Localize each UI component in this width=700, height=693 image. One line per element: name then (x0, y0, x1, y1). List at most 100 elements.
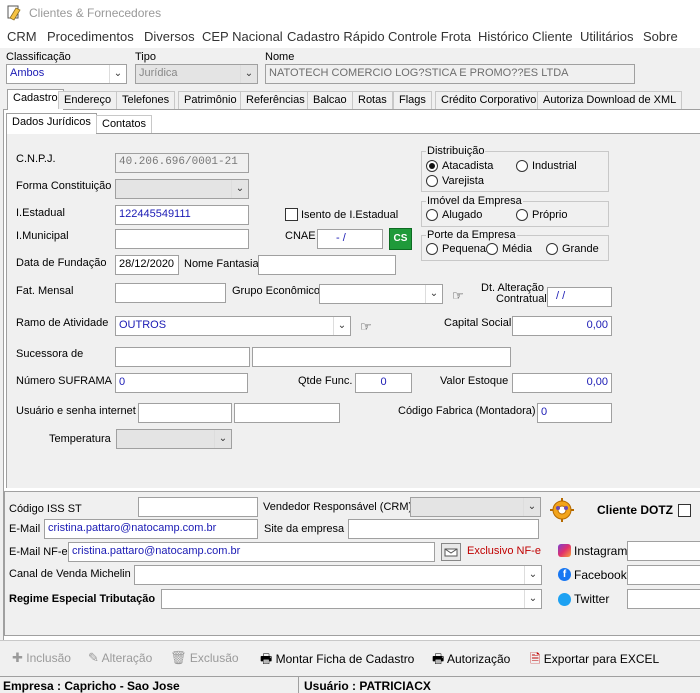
forma-constituicao-select[interactable]: ⌄ (115, 179, 249, 199)
grande-radio[interactable] (546, 243, 558, 255)
grupo-economico-select[interactable]: ⌄ (319, 284, 443, 304)
tab-referencias[interactable]: Referências (240, 91, 311, 109)
media-radio[interactable] (486, 243, 498, 255)
ramo-select[interactable]: OUTROS ⌄ (115, 316, 351, 336)
atacadista-radio[interactable] (426, 160, 438, 172)
cnpj-label: C.N.P.J. (16, 153, 56, 165)
fat-mensal-label: Fat. Mensal (16, 285, 74, 297)
cs-label: CS (393, 233, 408, 244)
ie-field[interactable]: 122445549111 (115, 205, 249, 225)
instagram-field[interactable] (627, 541, 700, 561)
isento-ie-checkbox[interactable] (285, 208, 298, 221)
tipo-select[interactable]: Jurídica ⌄ (135, 64, 258, 84)
codigo-iss-label: Código ISS ST (9, 503, 82, 515)
gear-people-icon[interactable] (549, 497, 575, 523)
industrial-label: Industrial (532, 160, 577, 172)
codigo-iss-field[interactable] (138, 497, 258, 517)
chevron-down-icon: ⌄ (523, 498, 540, 516)
fantasia-field[interactable] (258, 255, 396, 275)
inclusao-button[interactable]: ✚ Inclusão (12, 650, 71, 666)
twitter-icon (558, 593, 571, 606)
regime-label: Regime Especial Tributação (9, 593, 156, 605)
proprio-radio[interactable] (516, 209, 528, 221)
autorizacao-button[interactable]: 🖶 Autorização (432, 650, 510, 672)
pointing-hand-icon[interactable]: ☞ (452, 288, 464, 304)
tab-dados-juridicos[interactable]: Dados Jurídicos (6, 113, 97, 134)
facebook-field[interactable] (627, 565, 700, 585)
tab-flags[interactable]: Flags (393, 91, 432, 109)
regime-select[interactable]: ⌄ (161, 589, 542, 609)
title-bar: Clientes & Fornecedores (0, 0, 700, 26)
im-label: I.Municipal (16, 230, 69, 242)
twitter-field[interactable] (627, 589, 700, 609)
menu-historico-cliente[interactable]: Histórico Cliente (478, 29, 573, 44)
envelope-icon[interactable] (441, 543, 461, 561)
tab-patrimonio[interactable]: Patrimônio (178, 91, 243, 109)
alteracao-field[interactable]: / / (547, 287, 612, 307)
cnae-search-button[interactable]: CS (389, 228, 412, 250)
sucessora-name-field[interactable] (252, 347, 511, 367)
site-field[interactable] (348, 519, 539, 539)
menu-cadastro-rapido[interactable]: Cadastro Rápido (287, 29, 385, 44)
inclusao-label: Inclusão (26, 651, 71, 665)
cnae-field[interactable]: - / (317, 229, 383, 249)
window-title: Clientes & Fornecedores (29, 6, 162, 20)
usuario-senha-label: Usuário e senha internet (16, 405, 136, 417)
alteracao-button[interactable]: ✎ Alteração (88, 650, 152, 666)
menu-crm[interactable]: CRM (7, 29, 37, 44)
capital-social-field[interactable]: 0,00 (512, 316, 612, 336)
menu-sobre[interactable]: Sobre (643, 29, 678, 44)
qtde-func-label: Qtde Func. (298, 375, 353, 387)
cnpj-field[interactable]: 40.206.696/0001-21 (115, 153, 249, 173)
tab-credito-corporativo[interactable]: Crédito Corporativo (435, 91, 543, 109)
senha-field[interactable] (234, 403, 340, 423)
suframa-field[interactable]: 0 (115, 373, 248, 393)
menu-utilitarios[interactable]: Utilitários (580, 29, 633, 44)
pointing-hand-icon[interactable]: ☞ (360, 319, 372, 335)
chevron-down-icon: ⌄ (524, 590, 541, 608)
vendedor-select[interactable]: ⌄ (410, 497, 541, 517)
sucessora-code-field[interactable] (115, 347, 250, 367)
menu-controle-frota[interactable]: Controle Frota (388, 29, 471, 44)
montar-ficha-label: Montar Ficha de Cadastro (275, 652, 415, 666)
valor-estoque-field[interactable]: 0,00 (512, 373, 612, 393)
qtde-func-field[interactable]: 0 (355, 373, 412, 393)
alugado-label: Alugado (442, 209, 483, 221)
chevron-down-icon: ⌄ (333, 317, 350, 335)
menu-procedimentos[interactable]: Procedimentos (47, 29, 134, 44)
temperatura-select[interactable]: ⌄ (116, 429, 232, 449)
fat-mensal-field[interactable] (115, 283, 226, 303)
pequena-radio[interactable] (426, 243, 438, 255)
nome-field[interactable]: NATOTECH COMERCIO LOG?STICA E PROMO??ES … (265, 64, 635, 84)
alugado-radio[interactable] (426, 209, 438, 221)
cliente-dotz-checkbox[interactable] (678, 504, 691, 517)
menu-cep-nacional[interactable]: CEP Nacional (202, 29, 283, 44)
email-field[interactable]: cristina.pattaro@natocamp.com.br (44, 519, 258, 539)
pequena-label: Pequena (442, 243, 487, 255)
capital-social-label: Capital Social (444, 317, 512, 329)
fantasia-label: Nome Fantasia (184, 258, 259, 270)
twitter-label: Twitter (574, 592, 610, 606)
tab-autoriza-download-xml[interactable]: Autoriza Download de XML (537, 91, 683, 109)
varejista-radio[interactable] (426, 175, 438, 187)
email-nfe-field[interactable]: cristina.pattaro@natocamp.com.br (68, 542, 435, 562)
fundacao-field[interactable]: 28/12/2020 (115, 255, 179, 275)
tab-rotas[interactable]: Rotas (352, 91, 393, 109)
im-field[interactable] (115, 229, 249, 249)
codigo-fabrica-field[interactable]: 0 (537, 403, 612, 423)
industrial-radio[interactable] (516, 160, 528, 172)
canal-venda-select[interactable]: ⌄ (134, 565, 542, 585)
nome-label: Nome (265, 51, 295, 63)
tab-telefones[interactable]: Telefones (116, 91, 176, 109)
usuario-field[interactable] (138, 403, 232, 423)
menu-diversos[interactable]: Diversos (144, 29, 195, 44)
montar-ficha-button[interactable]: 🖶 Montar Ficha de Cadastro (260, 650, 414, 672)
exclusao-button[interactable]: 🗑 Exclusão (170, 650, 239, 666)
alteracao-label: Alteração (101, 651, 153, 665)
classificacao-select[interactable]: Ambos ⌄ (6, 64, 127, 84)
exportar-excel-button[interactable]: 🗎 Exportar para EXCEL (530, 650, 659, 672)
tab-endereco[interactable]: Endereço (58, 91, 118, 109)
tab-cadastro[interactable]: Cadastro (7, 89, 64, 110)
tab-balcao[interactable]: Balcao (307, 91, 353, 109)
tab-contatos[interactable]: Contatos (96, 115, 153, 133)
